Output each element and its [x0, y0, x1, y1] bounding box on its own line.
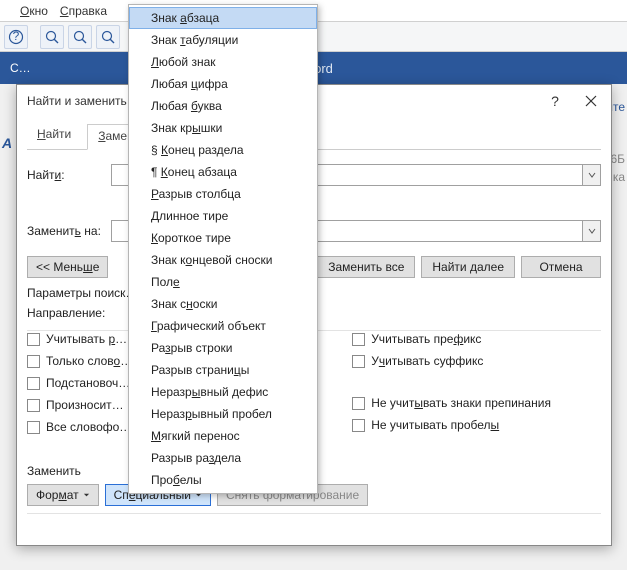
menu-any-character[interactable]: Любой знак	[129, 51, 317, 73]
checkbox-icon	[27, 355, 40, 368]
check-sounds-like[interactable]: Произносит…	[27, 398, 132, 412]
checkbox-icon	[352, 419, 365, 432]
menu-paragraph-mark[interactable]: Знак абзаца	[129, 7, 317, 29]
replace-label: Заменить на:	[27, 224, 111, 238]
check-word-forms[interactable]: Все словофо…	[27, 420, 132, 434]
find-next-button[interactable]: Найти далее	[421, 256, 515, 278]
check-whole-word[interactable]: Только слово…	[27, 354, 132, 368]
menu-help[interactable]: Справка	[60, 4, 107, 18]
chevron-down-icon	[588, 227, 596, 235]
checkbox-icon	[352, 397, 365, 410]
menu-any-letter[interactable]: Любая буква	[129, 95, 317, 117]
menu-whitespace[interactable]: Пробелы	[129, 469, 317, 491]
menu-section-break[interactable]: § Конец раздела	[129, 139, 317, 161]
menu-graphic[interactable]: Графический объект	[129, 315, 317, 337]
options-right-col: Учитывать префикс Учитывать суффикс Не у…	[352, 332, 551, 434]
menu-en-dash[interactable]: Короткое тире	[129, 227, 317, 249]
close-icon	[585, 95, 597, 107]
menu-line-break[interactable]: Разрыв строки	[129, 337, 317, 359]
clipped-text-3: ка	[613, 170, 625, 184]
check-suffix[interactable]: Учитывать суффикс	[352, 354, 551, 368]
cancel-button[interactable]: Отмена	[521, 256, 601, 278]
check-ignore-punct[interactable]: Не учитывать знаки препинания	[352, 396, 551, 410]
format-button[interactable]: Формат	[27, 484, 99, 506]
check-case[interactable]: Учитывать р…	[27, 332, 132, 346]
tab-find[interactable]: Найти	[27, 123, 81, 149]
menu-paragraph-end[interactable]: ¶ Конец абзаца	[129, 161, 317, 183]
check-wildcards[interactable]: Подстановоч…	[27, 376, 132, 390]
options-left-col: Учитывать р… Только слово… Подстановоч… …	[27, 332, 132, 434]
checkbox-icon	[27, 377, 40, 390]
menu-window[interactable]: Окно	[20, 4, 48, 18]
menu-em-dash[interactable]: Длинное тире	[129, 205, 317, 227]
check-ignore-spaces[interactable]: Не учитывать пробелы	[352, 418, 551, 432]
dialog-title: Найти и заменить	[27, 94, 127, 108]
dialog-help-button[interactable]: ?	[539, 87, 571, 115]
help-icon[interactable]: ?	[4, 25, 28, 49]
direction-label: Направление:	[27, 306, 105, 320]
find-dropdown[interactable]	[582, 165, 600, 185]
checkbox-icon	[27, 421, 40, 434]
special-menu: Знак абзаца Знак табуляции Любой знак Лю…	[128, 4, 318, 494]
zoom-fit-icon[interactable]	[68, 25, 92, 49]
checkbox-icon	[27, 333, 40, 346]
find-label: Найти:	[27, 168, 111, 182]
menu-any-digit[interactable]: Любая цифра	[129, 73, 317, 95]
zoom-in-icon[interactable]	[96, 25, 120, 49]
clipped-text-2: 6Б	[610, 152, 625, 166]
dialog-close-button[interactable]	[571, 87, 611, 115]
zoom-out-icon[interactable]	[40, 25, 64, 49]
menu-tab-character[interactable]: Знак табуляции	[129, 29, 317, 51]
checkbox-icon	[352, 355, 365, 368]
checkbox-icon	[352, 333, 365, 346]
menu-caret[interactable]: Знак крышки	[129, 117, 317, 139]
replace-dropdown[interactable]	[582, 221, 600, 241]
menu-nonbreaking-hyphen[interactable]: Неразрывный дефис	[129, 381, 317, 403]
titlebar-label: С…	[10, 61, 31, 75]
menu-nonbreaking-space[interactable]: Неразрывный пробел	[129, 403, 317, 425]
chevron-down-icon	[83, 492, 90, 499]
menu-column-break[interactable]: Разрыв столбца	[129, 183, 317, 205]
menu-endnote-mark[interactable]: Знак концевой сноски	[129, 249, 317, 271]
menu-page-break[interactable]: Разрыв страницы	[129, 359, 317, 381]
menu-optional-hyphen[interactable]: Мягкий перенос	[129, 425, 317, 447]
chevron-down-icon	[588, 171, 596, 179]
menu-section-break-2[interactable]: Разрыв раздела	[129, 447, 317, 469]
left-gutter-a: A	[2, 135, 16, 153]
svg-text:?: ?	[13, 29, 20, 43]
menu-field[interactable]: Поле	[129, 271, 317, 293]
menu-footnote-mark[interactable]: Знак сноски	[129, 293, 317, 315]
replace-all-button[interactable]: Заменить все	[317, 256, 415, 278]
check-prefix[interactable]: Учитывать префикс	[352, 332, 551, 346]
less-button[interactable]: << Меньше	[27, 256, 108, 278]
checkbox-icon	[27, 399, 40, 412]
